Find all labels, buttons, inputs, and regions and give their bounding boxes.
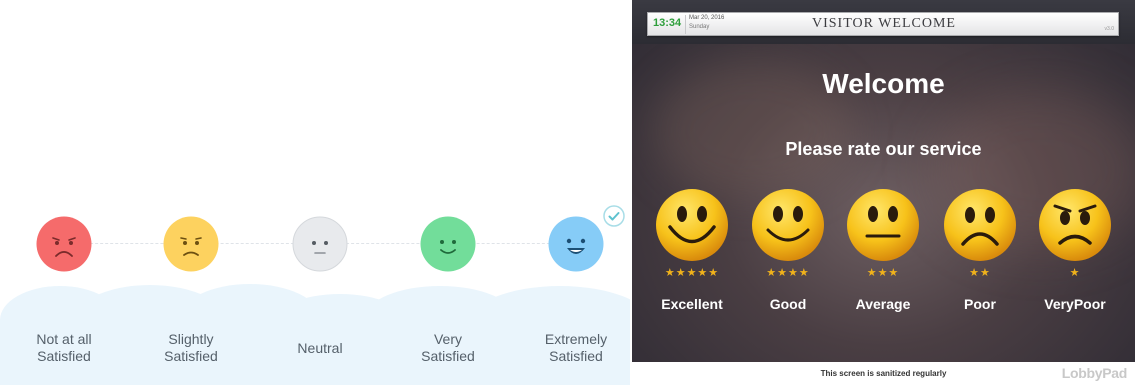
label-good: Good (769, 296, 807, 312)
big-smile-face-icon (548, 216, 604, 272)
label-verypoor: VeryPoor (1044, 296, 1106, 312)
label-not-satisfied: Not at all Satisfied (36, 331, 92, 364)
top-bar: 13:34 Mar 20, 2016 Sunday VISITOR WELCOM… (632, 0, 1135, 44)
rating-average-button[interactable] (846, 188, 920, 262)
check-icon (603, 205, 625, 227)
frown-emoji-icon (944, 189, 1016, 261)
label-extremely-satisfied: Extremely Satisfied (544, 331, 608, 364)
label-neutral: Neutral (297, 340, 343, 356)
face-very-satisfied[interactable] (420, 216, 476, 272)
rating-poor-button[interactable] (943, 188, 1017, 262)
kiosk-title: VISITOR WELCOME (812, 16, 956, 31)
face-slightly-satisfied[interactable] (163, 216, 219, 272)
rating-verypoor-button[interactable] (1038, 188, 1112, 262)
smile-emoji-icon (752, 189, 824, 261)
face-extremely-satisfied[interactable] (548, 216, 604, 272)
star-rating-3: ★★★ (866, 267, 900, 279)
very-sad-face-icon (36, 216, 92, 272)
sanitized-notice: This screen is sanitized regularly (820, 369, 947, 378)
sad-face-icon (163, 216, 219, 272)
rating-good-button[interactable] (751, 188, 825, 262)
label-very-satisfied: Very Satisfied (421, 331, 475, 364)
version-label: v3.0 (1104, 26, 1114, 32)
angry-emoji-icon (1039, 189, 1111, 261)
rating-excellent-button[interactable] (655, 188, 729, 262)
satisfaction-scale-panel: Not at all Satisfied Slightly Satisfied … (0, 0, 630, 385)
lobbypad-logo: LobbyPad (1061, 365, 1128, 381)
neutral-face-icon (292, 216, 348, 272)
visitor-welcome-kiosk: 13:34 Mar 20, 2016 Sunday VISITOR WELCOM… (632, 0, 1135, 385)
rating-prompt: Please rate our service (785, 139, 982, 159)
label-slightly-satisfied: Slightly Satisfied (164, 331, 218, 364)
star-rating-1: ★ (1069, 267, 1081, 279)
cloud-background (0, 284, 630, 385)
neutral-emoji-icon (847, 189, 919, 261)
star-rating-2: ★★ (969, 267, 991, 279)
welcome-heading: Welcome (822, 68, 945, 99)
label-average: Average (855, 296, 911, 312)
header-panel: 13:34 Mar 20, 2016 Sunday VISITOR WELCOM… (647, 12, 1119, 36)
label-excellent: Excellent (661, 296, 723, 312)
face-neutral[interactable] (292, 216, 348, 272)
star-rating-4: ★★★★ (766, 267, 810, 279)
star-rating-5: ★★★★★ (664, 267, 720, 279)
footer-bar: This screen is sanitized regularly Lobby… (632, 362, 1135, 385)
label-poor: Poor (964, 296, 996, 312)
smile-face-icon (420, 216, 476, 272)
face-not-satisfied[interactable] (36, 216, 92, 272)
grin-emoji-icon (656, 189, 728, 261)
